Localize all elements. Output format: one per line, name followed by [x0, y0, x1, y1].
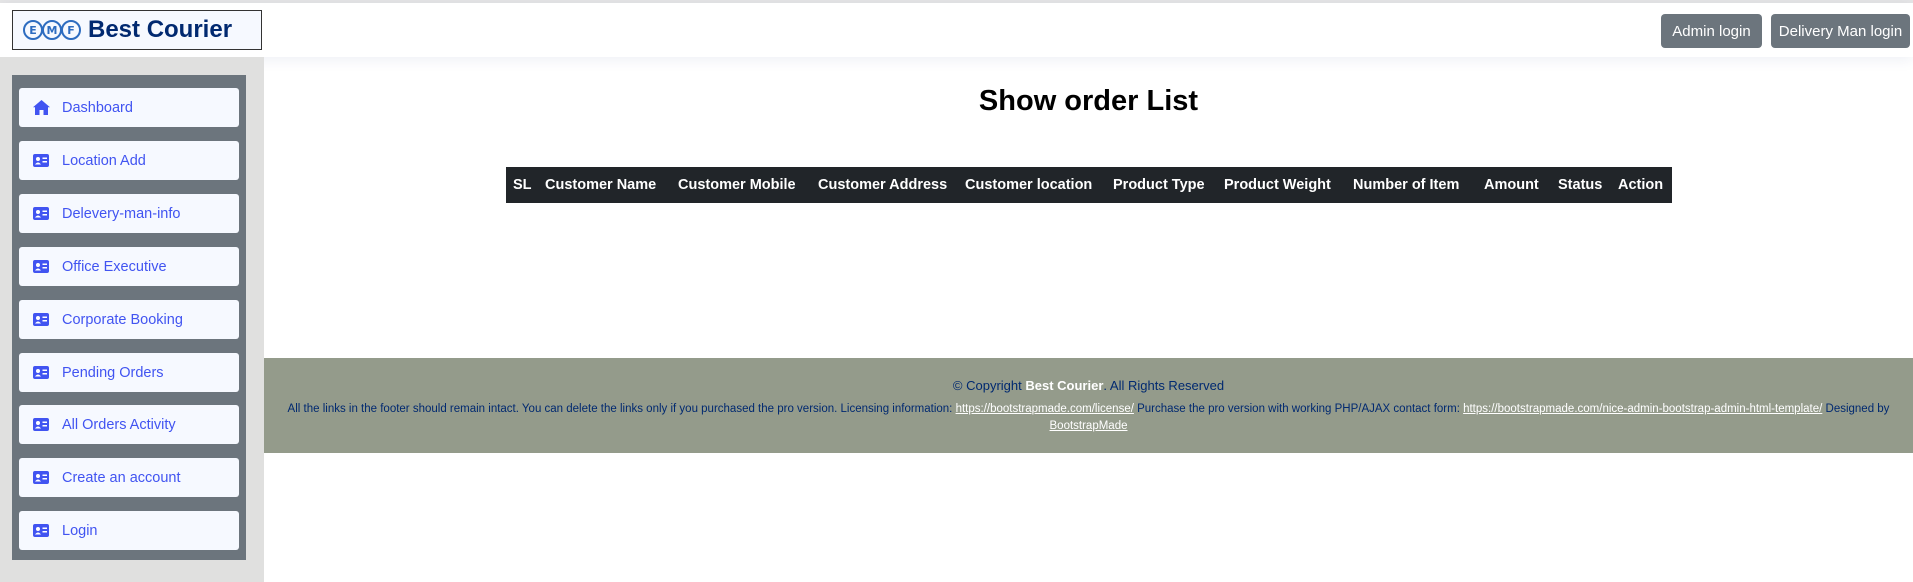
id-card-icon [32, 523, 50, 539]
template-link[interactable]: https://bootstrapmade.com/nice-admin-boo… [1463, 403, 1822, 415]
column-header-action: Action [1618, 177, 1664, 193]
sidebar-item-label: All Orders Activity [62, 416, 176, 433]
brand-name: Best Courier [88, 16, 233, 43]
id-card-icon [32, 259, 50, 275]
designer-link[interactable]: BootstrapMade [1050, 420, 1128, 432]
sidebar-item-label: Location Add [62, 152, 146, 169]
column-header-product-weight: Product Weight [1224, 177, 1331, 193]
credits: All the links in the footer should remai… [264, 401, 1913, 435]
sidebar-item-corporate-booking[interactable]: Corporate Booking [19, 300, 239, 339]
column-header-number-of-item: Number of Item [1353, 177, 1460, 193]
credits-text: Purchase the pro version with working PH… [1133, 403, 1464, 415]
credits-text: All the links in the footer should remai… [287, 403, 956, 415]
column-header-status: Status [1558, 177, 1603, 193]
logo-letter: E [23, 20, 43, 40]
copyright: © Copyright Best Courier. All Rights Res… [264, 378, 1913, 393]
footer: © Copyright Best Courier. All Rights Res… [264, 358, 1913, 453]
logo[interactable]: E M F Best Courier [12, 10, 262, 50]
column-header-customer-location: Customer location [965, 177, 1093, 193]
orders-table-header: SL Customer Name Customer Mobile Custome… [506, 167, 1672, 203]
column-header-sl: SL [513, 177, 532, 193]
sidebar-item-all-orders-activity[interactable]: All Orders Activity [19, 405, 239, 444]
id-card-icon [32, 365, 50, 381]
id-card-icon [32, 153, 50, 169]
credits-text: Designed by [1822, 403, 1890, 415]
sidebar-item-label: Corporate Booking [62, 311, 183, 328]
sidebar-item-dashboard[interactable]: Dashboard [19, 88, 239, 127]
header: E M F Best Courier Admin login Delivery … [0, 3, 1913, 57]
sidebar-item-delivery-man-info[interactable]: Delevery-man-info [19, 194, 239, 233]
column-header-customer-address: Customer Address [818, 177, 948, 193]
sidebar-item-label: Dashboard [62, 99, 133, 116]
id-card-icon [32, 312, 50, 328]
copyright-prefix: © Copyright [952, 378, 1026, 393]
sidebar-item-create-account[interactable]: Create an account [19, 458, 239, 497]
sidebar-item-label: Delevery-man-info [62, 205, 181, 222]
logo-letter: F [61, 20, 81, 40]
copyright-suffix: . All Rights Reserved [1103, 378, 1225, 393]
column-header-product-type: Product Type [1113, 177, 1205, 193]
sidebar-item-login[interactable]: Login [19, 511, 239, 550]
column-header-amount: Amount [1484, 177, 1539, 193]
sidebar-item-label: Pending Orders [62, 364, 164, 381]
sidebar-item-label: Office Executive [62, 258, 167, 275]
sidebar: Dashboard Location Add Delevery-man-info… [12, 75, 246, 560]
logo-letter: M [42, 20, 62, 40]
sidebar-item-label: Login [62, 522, 98, 539]
page-title: Show order List [978, 85, 1199, 117]
column-header-customer-name: Customer Name [545, 177, 657, 193]
license-link[interactable]: https://bootstrapmade.com/license/ [956, 403, 1134, 415]
sidebar-item-office-executive[interactable]: Office Executive [19, 247, 239, 286]
admin-login-button[interactable]: Admin login [1661, 14, 1762, 48]
copyright-brand: Best Courier [1025, 378, 1104, 393]
logo-mark: E M F [23, 20, 81, 40]
sidebar-item-label: Create an account [62, 469, 181, 486]
sidebar-item-location-add[interactable]: Location Add [19, 141, 239, 180]
delivery-man-login-button[interactable]: Delivery Man login [1771, 14, 1910, 48]
sidebar-item-pending-orders[interactable]: Pending Orders [19, 353, 239, 392]
column-header-customer-mobile: Customer Mobile [678, 177, 796, 193]
id-card-icon [32, 417, 50, 433]
id-card-icon [32, 206, 50, 222]
home-icon [32, 100, 50, 116]
id-card-icon [32, 470, 50, 486]
